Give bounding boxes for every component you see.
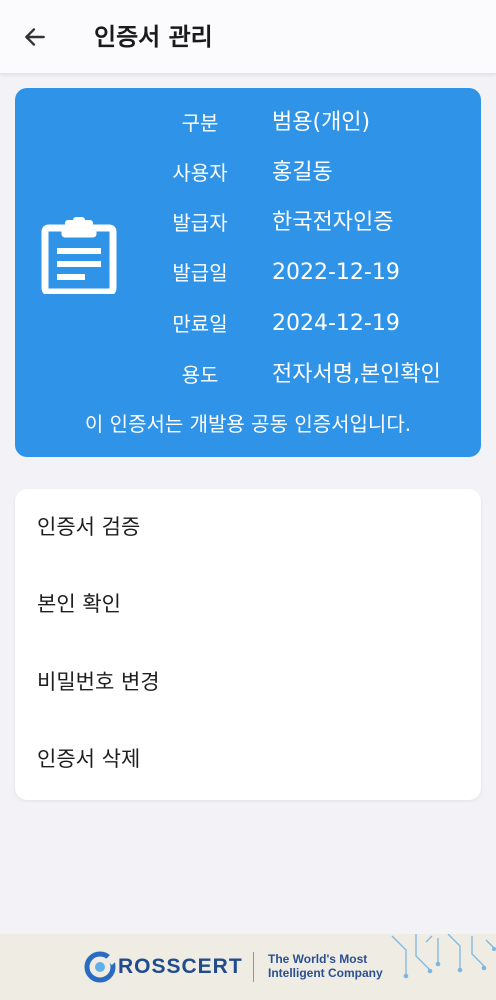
tagline-line2: Intelligent Company — [268, 966, 383, 980]
cert-label: 만료일 — [172, 312, 228, 336]
menu-item-verify-certificate[interactable]: 인증서 검증 — [15, 489, 481, 566]
action-menu: 인증서 검증 본인 확인 비밀번호 변경 인증서 삭제 — [15, 489, 481, 800]
cert-row-issue-date: 발급일 2022-12-19 — [15, 253, 481, 293]
brand-name: ROSSCERT — [118, 955, 243, 978]
menu-item-label: 비밀번호 변경 — [37, 670, 160, 694]
cert-value: 한국전자인증 — [272, 210, 394, 235]
brand-footer: ROSSCERT The World's Most Intelligent Co… — [0, 934, 496, 1000]
brand-tagline: The World's Most Intelligent Company — [268, 952, 383, 980]
menu-item-label: 인증서 검증 — [37, 515, 141, 539]
cert-value: 2024-12-19 — [272, 311, 400, 336]
menu-item-label: 인증서 삭제 — [37, 747, 141, 771]
certificate-card: 구분 범용(개인) 사용자 홍길동 발급자 한국전자인증 발급일 2022-12… — [15, 88, 481, 457]
cert-value: 전자서명,본인확인 — [272, 362, 441, 387]
menu-item-change-password[interactable]: 비밀번호 변경 — [15, 644, 481, 721]
tagline-line1: The World's Most — [268, 952, 368, 966]
menu-item-delete-certificate[interactable]: 인증서 삭제 — [15, 721, 481, 798]
cert-label: 용도 — [181, 363, 219, 387]
cert-label: 발급일 — [172, 261, 228, 285]
page-title: 인증서 관리 — [94, 23, 213, 51]
menu-item-identity-check[interactable]: 본인 확인 — [15, 566, 481, 643]
circuit-decoration-icon — [391, 934, 496, 979]
cert-label: 발급자 — [172, 211, 228, 235]
cert-row-user: 사용자 홍길동 — [15, 153, 481, 193]
app-header: 인증서 관리 — [0, 0, 496, 74]
cert-row-purpose: 용도 전자서명,본인확인 — [15, 355, 481, 395]
menu-item-label: 본인 확인 — [37, 592, 121, 616]
cert-label: 구분 — [181, 111, 219, 135]
crosscert-c-mark-icon — [84, 951, 116, 983]
cert-value: 홍길동 — [272, 160, 333, 185]
cert-value: 범용(개인) — [272, 110, 371, 135]
cert-row-expiry-date: 만료일 2024-12-19 — [15, 304, 481, 344]
crosscert-logo: ROSSCERT — [84, 948, 243, 986]
cert-row-issuer: 발급자 한국전자인증 — [15, 203, 481, 243]
cert-value: 2022-12-19 — [272, 260, 400, 285]
cert-row-type: 구분 범용(개인) — [15, 103, 481, 143]
brand-divider — [253, 952, 254, 982]
arrow-left-icon — [25, 28, 45, 46]
back-button[interactable] — [14, 16, 56, 58]
cert-notice: 이 인증서는 개발용 공동 인증서입니다. — [84, 412, 412, 436]
cert-label: 사용자 — [172, 161, 228, 185]
